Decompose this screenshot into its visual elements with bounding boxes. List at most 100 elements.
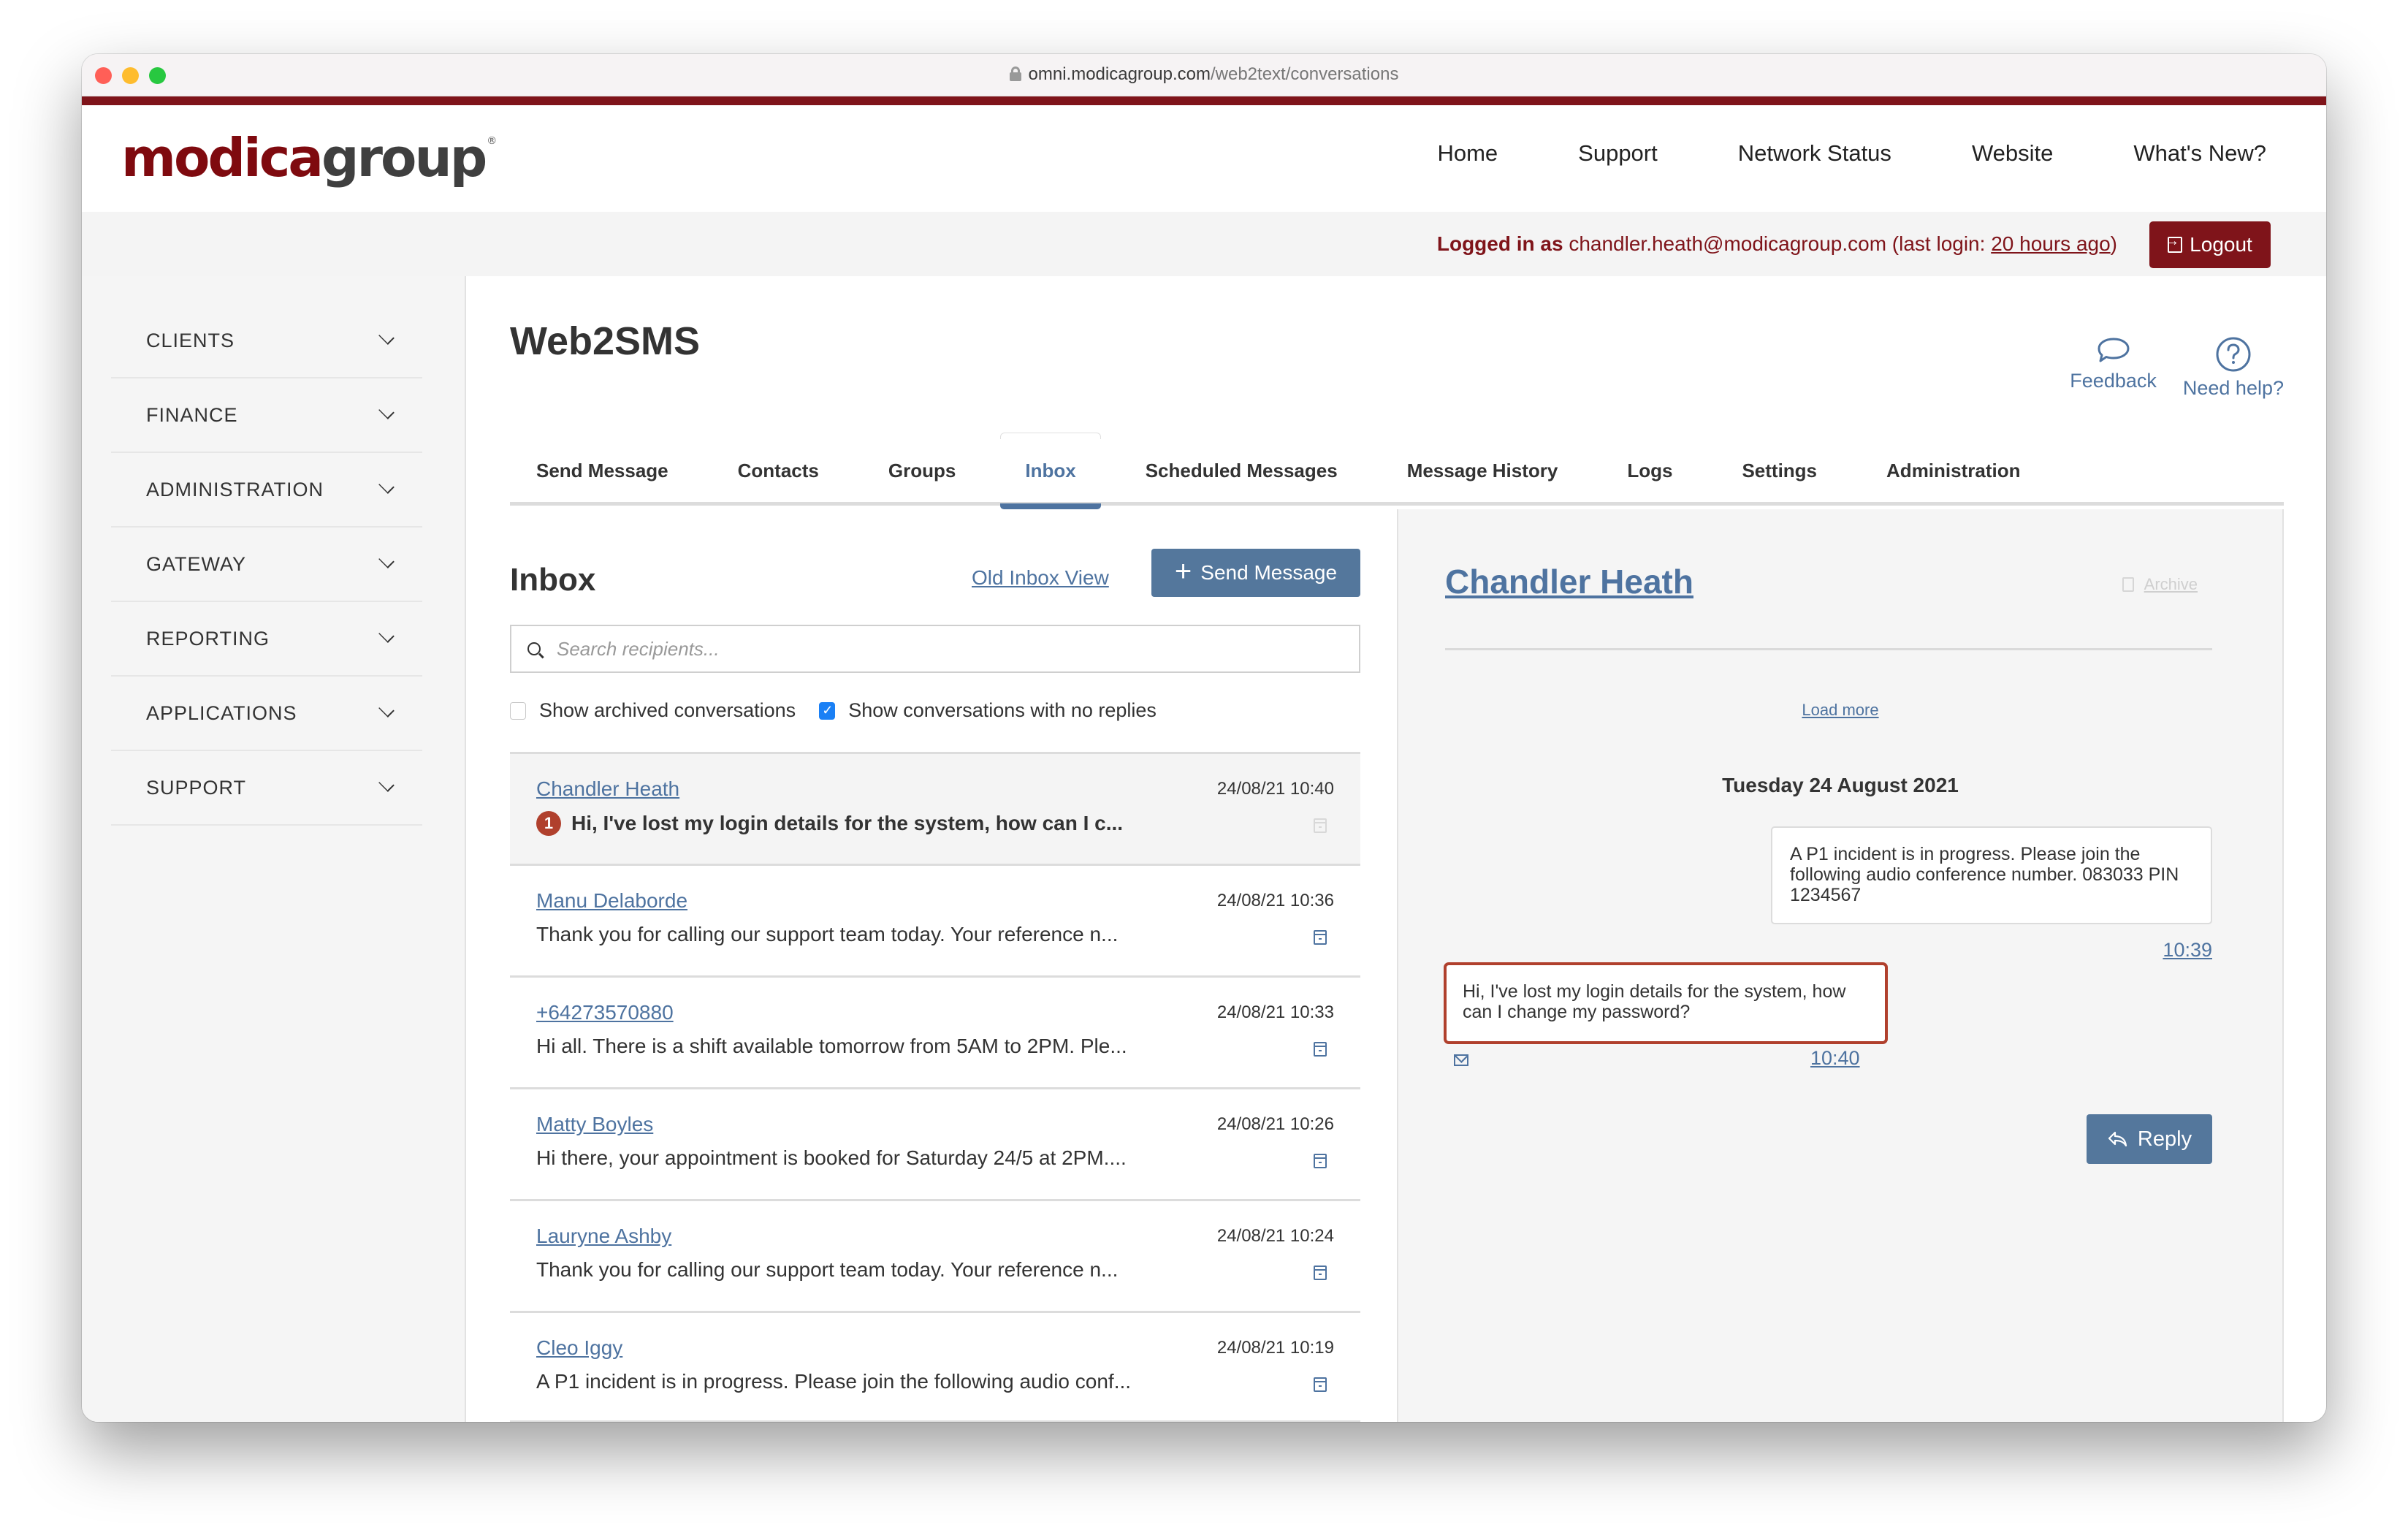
sidebar-item-support[interactable]: SUPPORT [111, 751, 422, 826]
question-circle-icon [2216, 337, 2251, 372]
filter-checkboxes: Show archived conversations Show convers… [510, 699, 1157, 722]
tab-administration[interactable]: Administration [1886, 435, 2020, 506]
archive-icon[interactable] [1314, 930, 1327, 945]
nav-whats-new[interactable]: What's New? [2133, 140, 2266, 167]
day-separator: Tuesday 24 August 2021 [1722, 774, 1959, 796]
conversation-preview-text: Thank you for calling our support team t… [536, 923, 1119, 945]
search-icon [527, 642, 541, 655]
tab-inbox[interactable]: Inbox [1000, 433, 1102, 509]
conversation-time: 24/08/21 10:40 [1216, 779, 1334, 799]
show-no-replies-checkbox[interactable] [819, 701, 836, 720]
conversation-preview-text: Hi, I've lost my login details for the s… [571, 812, 1124, 834]
chevron-down-icon [378, 403, 395, 419]
sidebar-item-label: GATEWAY [146, 552, 247, 575]
top-nav: Home Support Network Status Website What… [1357, 140, 2266, 167]
conversation-preview: Thank you for calling our support team t… [536, 923, 1118, 946]
chevron-down-icon [378, 478, 395, 494]
unread-count-badge: 1 [536, 811, 561, 836]
archive-conversation-button[interactable]: Archive [2122, 575, 2198, 594]
tab-send-message[interactable]: Send Message [536, 435, 668, 506]
sidebar-item-label: SUPPORT [146, 776, 247, 799]
search-recipients-input[interactable] [557, 637, 1359, 661]
search-box [510, 625, 1360, 673]
reply-label: Reply [2137, 1127, 2192, 1151]
need-help-label: Need help? [2182, 377, 2284, 399]
logo-secondary: group [321, 127, 487, 189]
old-inbox-view-link[interactable]: Old Inbox View [972, 566, 1109, 590]
chevron-down-icon [378, 627, 395, 643]
outgoing-message-time[interactable]: 10:39 [2163, 939, 2212, 962]
sidebar-item-clients[interactable]: CLIENTS [111, 304, 422, 378]
chevron-down-icon [378, 776, 395, 792]
nav-website[interactable]: Website [1972, 140, 2053, 167]
conversation-item[interactable]: Chandler Heath 24/08/21 10:40 1 Hi, I've… [510, 752, 1360, 864]
tab-bar: Send Message Contacts Groups Inbox Sched… [510, 433, 2284, 509]
need-help-link[interactable]: Need help? [2183, 336, 2284, 400]
conversation-contact-link[interactable]: Chandler Heath [536, 777, 679, 801]
conversation-item[interactable]: +64273570880 24/08/21 10:33 Hi all. Ther… [510, 975, 1360, 1087]
modicagroup-logo[interactable]: modicagroup ® [121, 132, 497, 184]
archive-icon[interactable] [1314, 1377, 1327, 1392]
sidebar-item-administration[interactable]: ADMINISTRATION [111, 453, 422, 528]
archive-icon[interactable] [1314, 818, 1327, 833]
login-info: Logged in as chandler.heath@modicagroup.… [1437, 232, 2117, 256]
conversation-item[interactable]: Cleo Iggy 24/08/21 10:19 A P1 incident i… [510, 1311, 1360, 1422]
main-content: Web2SMS Feedback Need help? Send Message… [466, 276, 2326, 1422]
conversation-preview: Thank you for calling our support team t… [536, 1258, 1118, 1282]
conversation-contact-link[interactable]: +64273570880 [536, 1001, 674, 1024]
show-archived-label[interactable]: Show archived conversations [539, 699, 796, 722]
nav-network-status[interactable]: Network Status [1738, 140, 1891, 167]
reply-button[interactable]: Reply [2087, 1114, 2212, 1164]
show-no-replies-label[interactable]: Show conversations with no replies [848, 699, 1157, 722]
show-archived-checkbox[interactable] [510, 701, 526, 720]
conversation-item[interactable]: Matty Boyles 24/08/21 10:26 Hi there, yo… [510, 1087, 1360, 1199]
help-links: Feedback Need help? [2070, 336, 2284, 400]
nav-home[interactable]: Home [1437, 140, 1498, 167]
logout-button[interactable]: Logout [2149, 221, 2271, 268]
sidebar-item-finance[interactable]: FINANCE [111, 378, 422, 453]
archive-icon[interactable] [1314, 1042, 1327, 1057]
page-body: CLIENTS FINANCE ADMINISTRATION GATEWAY R… [82, 276, 2326, 1422]
sidebar-item-applications[interactable]: APPLICATIONS [111, 677, 422, 751]
conversation-contact-link[interactable]: Cleo Iggy [536, 1336, 622, 1360]
envelope-icon [1454, 1054, 1468, 1066]
conversation-time: 24/08/21 10:33 [1216, 1002, 1334, 1022]
archive-icon[interactable] [1314, 1266, 1327, 1280]
tab-groups[interactable]: Groups [888, 435, 956, 506]
url-path: /web2text/conversations [1210, 64, 1399, 84]
nav-support[interactable]: Support [1578, 140, 1658, 167]
thread-contact-link[interactable]: Chandler Heath [1445, 562, 1693, 601]
load-more-link[interactable]: Load more [1802, 701, 1878, 719]
login-email: chandler.heath@modicagroup.com [1569, 232, 1887, 255]
chevron-down-icon [378, 329, 395, 345]
send-message-button[interactable]: + Send Message [1151, 549, 1360, 597]
archive-label: Archive [2144, 575, 2198, 593]
tab-logs[interactable]: Logs [1627, 435, 1672, 506]
conversation-contact-link[interactable]: Matty Boyles [536, 1113, 653, 1136]
brand-stripe [82, 96, 2326, 105]
tab-scheduled-messages[interactable]: Scheduled Messages [1146, 435, 1338, 506]
conversation-item[interactable]: Manu Delaborde 24/08/21 10:36 Thank you … [510, 864, 1360, 975]
sidebar-item-gateway[interactable]: GATEWAY [111, 528, 422, 602]
feedback-link[interactable]: Feedback [2070, 336, 2157, 400]
archive-icon[interactable] [1314, 1154, 1327, 1168]
tab-message-history[interactable]: Message History [1407, 435, 1558, 506]
browser-titlebar: omni.modicagroup.com/web2text/conversati… [82, 54, 2326, 96]
sidebar-item-reporting[interactable]: REPORTING [111, 602, 422, 677]
address-bar[interactable]: omni.modicagroup.com/web2text/conversati… [82, 64, 2326, 85]
conversation-contact-link[interactable]: Lauryne Ashby [536, 1225, 671, 1248]
thread-divider [1445, 648, 2212, 650]
tab-settings[interactable]: Settings [1742, 435, 1817, 506]
conversation-contact-link[interactable]: Manu Delaborde [536, 889, 687, 913]
conversation-preview: Hi all. There is a shift available tomor… [536, 1035, 1127, 1058]
logout-label: Logout [2190, 233, 2252, 256]
tab-contacts[interactable]: Contacts [738, 435, 819, 506]
sidebar-item-label: CLIENTS [146, 329, 235, 351]
conversation-item[interactable]: Lauryne Ashby 24/08/21 10:24 Thank you f… [510, 1199, 1360, 1311]
conversation-list: Chandler Heath 24/08/21 10:40 1 Hi, I've… [510, 752, 1360, 1422]
incoming-message-time[interactable]: 10:40 [1810, 1047, 1860, 1070]
sidebar: CLIENTS FINANCE ADMINISTRATION GATEWAY R… [82, 276, 466, 1422]
plus-icon: + [1174, 555, 1192, 587]
last-login-link[interactable]: 20 hours ago [1991, 232, 2110, 255]
url-host: omni.modicagroup.com [1028, 64, 1211, 84]
